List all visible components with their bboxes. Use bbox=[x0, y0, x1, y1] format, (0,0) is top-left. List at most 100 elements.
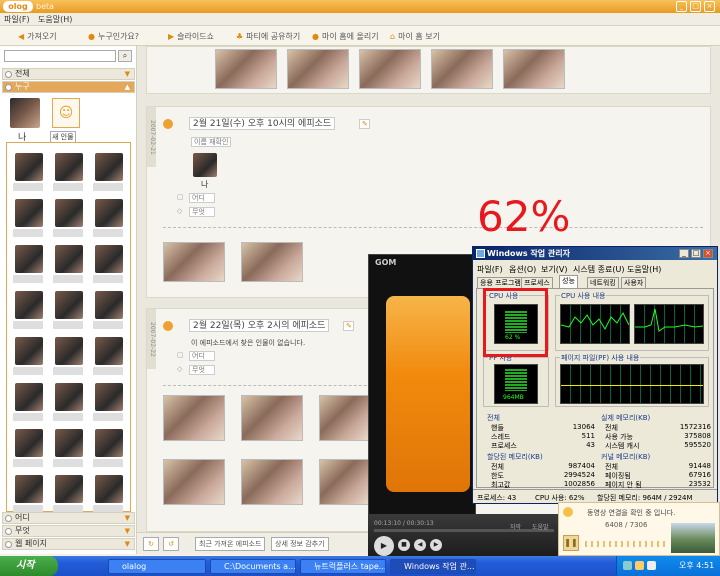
tm-menu-view[interactable]: 보기(V) bbox=[541, 264, 567, 275]
person-avatar[interactable] bbox=[95, 291, 123, 319]
person-avatar[interactable] bbox=[15, 153, 43, 181]
person-avatar[interactable] bbox=[55, 383, 83, 411]
person-avatar[interactable] bbox=[193, 153, 217, 177]
what-field[interactable]: 무엇 bbox=[189, 207, 215, 217]
person-avatar[interactable] bbox=[15, 475, 43, 503]
tm-maximize-button[interactable]: □ bbox=[691, 249, 701, 258]
person-avatar[interactable] bbox=[55, 337, 83, 365]
video-thumbnail[interactable] bbox=[319, 395, 369, 441]
slideshow-button[interactable]: ▶ 슬라이드쇼 bbox=[168, 31, 214, 42]
video-screen[interactable] bbox=[386, 296, 470, 492]
search-input[interactable] bbox=[4, 50, 116, 62]
person-avatar[interactable] bbox=[15, 383, 43, 411]
share-party-button[interactable]: ♣ 파티에 공유하기 bbox=[236, 31, 300, 42]
maximize-button[interactable]: □ bbox=[690, 1, 701, 12]
tray-icon[interactable] bbox=[635, 561, 644, 570]
photo-thumbnail[interactable] bbox=[503, 49, 565, 89]
what-field[interactable]: 무엇 bbox=[189, 365, 215, 375]
tab-applications[interactable]: 응용 프로그램 bbox=[477, 277, 524, 288]
person-avatar[interactable] bbox=[95, 475, 123, 503]
person-avatar[interactable] bbox=[95, 337, 123, 365]
photo-thumbnail[interactable] bbox=[163, 242, 225, 282]
view-home-button[interactable]: ⌂ 마이 홈 보기 bbox=[390, 31, 440, 42]
recent-import-button[interactable]: 최근 가져온 에피소드 bbox=[195, 537, 266, 551]
person-avatar[interactable] bbox=[55, 153, 83, 181]
person-avatar[interactable] bbox=[55, 429, 83, 457]
person-avatar[interactable] bbox=[95, 429, 123, 457]
person-avatar[interactable] bbox=[15, 245, 43, 273]
video-thumbnail[interactable] bbox=[163, 395, 225, 441]
person-avatar[interactable] bbox=[55, 291, 83, 319]
hide-detail-button[interactable]: 상세 정보 감추기 bbox=[271, 537, 329, 551]
episode-title[interactable]: 2월 22일(목) 오후 2시의 에피소드 bbox=[189, 319, 330, 332]
new-person-icon[interactable]: ☺ bbox=[52, 98, 80, 128]
photo-thumbnail[interactable] bbox=[431, 49, 493, 89]
who-button[interactable]: ● 누구인가요? bbox=[88, 31, 139, 42]
photo-thumbnail[interactable] bbox=[359, 49, 421, 89]
person-avatar[interactable] bbox=[15, 199, 43, 227]
person-avatar[interactable] bbox=[95, 245, 123, 273]
start-button[interactable]: 시작 bbox=[0, 556, 58, 576]
person-avatar[interactable] bbox=[95, 199, 123, 227]
menu-file[interactable]: 파일(F) bbox=[4, 14, 30, 25]
person-avatar[interactable] bbox=[95, 383, 123, 411]
person-avatar[interactable] bbox=[15, 291, 43, 319]
tm-menu-options[interactable]: 옵션(O) bbox=[509, 264, 536, 275]
tray-icon[interactable] bbox=[623, 561, 632, 570]
refresh-icon[interactable]: ↻ bbox=[143, 537, 159, 551]
person-avatar[interactable] bbox=[15, 337, 43, 365]
where-field[interactable]: 어디 bbox=[189, 351, 215, 361]
tab-users[interactable]: 사용자 bbox=[621, 277, 647, 288]
tab-processes[interactable]: 프로세스 bbox=[521, 277, 553, 288]
tips-button[interactable]: 도움말 bbox=[532, 522, 549, 531]
person-avatar[interactable] bbox=[95, 153, 123, 181]
edit-icon[interactable]: ✎ bbox=[343, 321, 354, 331]
filter-web[interactable]: 웹 페이지 ▼ bbox=[2, 538, 135, 550]
photo-thumbnail[interactable] bbox=[241, 242, 303, 282]
person-avatar[interactable] bbox=[55, 245, 83, 273]
person-avatar[interactable] bbox=[15, 429, 43, 457]
photo-thumbnail[interactable] bbox=[215, 49, 277, 89]
minimize-button[interactable]: _ bbox=[676, 1, 687, 12]
stop-button[interactable]: ■ bbox=[398, 539, 410, 551]
video-thumbnail[interactable] bbox=[319, 459, 369, 505]
taskbar-item-olalog[interactable]: olalog bbox=[108, 559, 206, 574]
tm-minimize-button[interactable]: _ bbox=[679, 249, 689, 258]
import-button[interactable]: ◀ 가져오기 bbox=[18, 31, 57, 42]
video-thumbnail[interactable] bbox=[163, 459, 225, 505]
prev-button[interactable]: ◀ bbox=[414, 539, 426, 551]
episode-title[interactable]: 2월 21일(수) 오후 10시의 에피소드 bbox=[189, 117, 336, 130]
volume-icon[interactable] bbox=[647, 561, 656, 570]
video-thumbnail[interactable] bbox=[241, 395, 303, 441]
tab-performance[interactable]: 성능 bbox=[559, 275, 578, 288]
person-avatar[interactable] bbox=[55, 199, 83, 227]
upload-home-button[interactable]: ● 마이 홈에 올리기 bbox=[312, 31, 379, 42]
rotate-icon[interactable]: ↺ bbox=[163, 537, 179, 551]
where-field[interactable]: 어디 bbox=[189, 193, 215, 203]
subtitle-button[interactable]: 자막 bbox=[510, 522, 521, 531]
menu-help[interactable]: 도움말(H) bbox=[38, 14, 72, 25]
edit-icon[interactable]: ✎ bbox=[359, 119, 370, 129]
video-thumbnail[interactable] bbox=[241, 459, 303, 505]
filter-who[interactable]: 누구 ▲ bbox=[2, 81, 135, 93]
close-button[interactable]: × bbox=[704, 1, 715, 12]
filter-what[interactable]: 무엇 ▼ bbox=[2, 525, 135, 537]
next-button[interactable]: ▶ bbox=[430, 539, 442, 551]
filter-all[interactable]: 전체 ▼ bbox=[2, 68, 135, 80]
taskbar-item-tape[interactable]: 뉴트럭플러스 tape... bbox=[300, 559, 386, 574]
tm-menu-shutdown[interactable]: 시스템 종료(U) bbox=[573, 264, 624, 275]
tm-menu-help[interactable]: 도움말(H) bbox=[627, 264, 661, 275]
tab-networking[interactable]: 네트워킹 bbox=[587, 277, 619, 288]
person-avatar[interactable] bbox=[55, 475, 83, 503]
pause-button[interactable]: ❚❚ bbox=[563, 535, 579, 551]
filter-where[interactable]: 어디 ▼ bbox=[2, 512, 135, 524]
taskbar-item-explorer[interactable]: C:\Documents a... bbox=[210, 559, 296, 574]
photo-thumbnail[interactable] bbox=[287, 49, 349, 89]
taskbar-item-taskmgr[interactable]: Windows 작업 관... bbox=[390, 559, 476, 574]
tm-menu-file[interactable]: 파일(F) bbox=[477, 264, 503, 275]
seek-bar[interactable] bbox=[374, 529, 554, 532]
play-button[interactable]: ▶ bbox=[374, 536, 394, 556]
tm-close-button[interactable]: × bbox=[703, 249, 713, 258]
rename-button[interactable]: 이름 재확인 bbox=[191, 137, 232, 147]
search-button[interactable]: ⌕ bbox=[118, 50, 132, 62]
